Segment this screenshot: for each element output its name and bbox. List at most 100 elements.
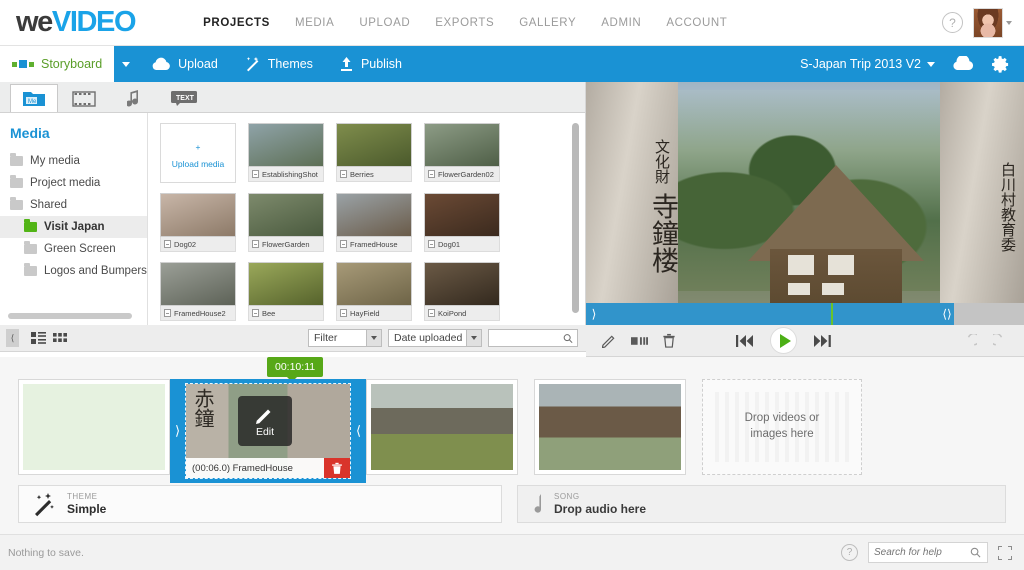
media-tile-caption: KoiPond <box>424 306 500 321</box>
timeline-clip-house[interactable] <box>534 379 686 475</box>
sidebar-horizontal-scrollbar[interactable] <box>8 313 132 319</box>
media-tile[interactable]: HayField <box>336 262 412 321</box>
folder-icon <box>10 153 23 166</box>
tree-item-green-screen[interactable]: Green Screen <box>0 238 147 260</box>
transition-handle-left[interactable]: ⟩ <box>170 379 185 483</box>
timeline-clip-village[interactable] <box>366 379 518 475</box>
media-tile-label: Berries <box>350 169 374 179</box>
nav-item-projects[interactable]: PROJECTS <box>203 17 270 29</box>
media-tile-caption: Dog02 <box>160 237 236 252</box>
scrubber-playhead[interactable] <box>831 303 833 325</box>
media-tile[interactable]: EstablishingShot <box>248 123 324 183</box>
folder-icon <box>24 241 37 254</box>
publish-button[interactable]: Publish <box>326 46 415 82</box>
media-tile-label: Dog02 <box>174 239 197 249</box>
selected-clip-body[interactable]: 赤鐘 Edit (00:06.0) FramedHouse <box>185 383 351 479</box>
nav-item-upload[interactable]: UPLOAD <box>359 17 410 29</box>
project-name-label: S-Japan Trip 2013 V2 <box>800 57 921 71</box>
split-clip-icon[interactable] <box>631 335 648 347</box>
help-icon[interactable]: ? <box>942 12 963 33</box>
cloud-save-icon[interactable] <box>951 56 975 72</box>
tree-item-my-media[interactable]: My media <box>0 150 147 172</box>
nav-item-account[interactable]: ACCOUNT <box>666 17 727 29</box>
media-tile-caption: FramedHouse <box>336 237 412 252</box>
video-preview[interactable]: 文化財 寺鐘楼 白川村教育委 ⟩ ⟨⟩ <box>586 82 1024 325</box>
media-tile[interactable]: FramedHouse <box>336 193 412 252</box>
publish-button-label: Publish <box>360 57 402 71</box>
gear-icon[interactable] <box>991 55 1010 74</box>
help-search-box[interactable] <box>868 542 988 563</box>
media-tile[interactable]: KoiPond <box>424 262 500 321</box>
user-menu[interactable] <box>973 7 1012 38</box>
list-view-icon[interactable] <box>31 332 46 344</box>
trash-icon[interactable] <box>662 333 676 348</box>
help-search-input[interactable] <box>874 547 970 558</box>
tab-text[interactable]: TEXT <box>160 84 208 112</box>
media-tile[interactable]: Bee <box>248 262 324 321</box>
tab-audio[interactable] <box>110 84 158 112</box>
tree-item-visit-japan[interactable]: Visit Japan <box>0 216 147 238</box>
monument-text-large: 寺鐘楼 <box>647 192 678 274</box>
tab-media-library[interactable]: Me <box>10 84 58 112</box>
mode-dropdown-button[interactable] <box>114 46 138 82</box>
timeline-clip-selected[interactable]: ⟩ 赤鐘 Edit (00:06.0) FramedHouse ⟨ <box>170 379 366 483</box>
media-tile[interactable]: Dog02 <box>160 193 236 252</box>
media-search-input[interactable] <box>493 332 563 344</box>
tree-item-project-media[interactable]: Project media <box>0 172 147 194</box>
themes-button[interactable]: Themes <box>231 46 326 82</box>
tree-item-label: Project media <box>30 177 101 189</box>
nav-item-admin[interactable]: ADMIN <box>601 17 641 29</box>
tree-item-shared[interactable]: Shared <box>0 194 147 216</box>
timeline-dropzone[interactable]: Drop videos or images here <box>702 379 862 475</box>
media-tile[interactable]: Berries <box>336 123 412 183</box>
preview-scrubber[interactable]: ⟩ ⟨⟩ <box>586 303 1024 325</box>
grid-view-icon[interactable] <box>53 332 68 344</box>
media-tile[interactable]: FramedHouse2 <box>160 262 236 321</box>
timeline-clip-green-screen[interactable] <box>18 379 170 475</box>
media-tile[interactable]: FlowerGarden02 <box>424 123 500 183</box>
edit-clip-button[interactable]: Edit <box>238 396 292 446</box>
upload-media-tile[interactable]: + Upload media <box>160 123 236 183</box>
media-tile-label: HayField <box>350 308 380 318</box>
media-tile[interactable]: Dog01 <box>424 193 500 252</box>
pencil-icon[interactable] <box>602 333 617 348</box>
media-tile-caption: Bee <box>248 306 324 321</box>
filter-select[interactable]: Filter <box>308 329 382 347</box>
media-tile-thumbnail <box>336 262 412 306</box>
folder-icon <box>10 175 23 188</box>
media-grid-scrollbar[interactable] <box>572 123 579 313</box>
media-search-box[interactable] <box>488 329 578 347</box>
nav-item-exports[interactable]: EXPORTS <box>435 17 494 29</box>
play-button[interactable] <box>770 327 797 354</box>
skip-forward-icon[interactable] <box>813 334 831 348</box>
sort-select[interactable]: Date uploaded <box>388 329 482 347</box>
transition-handle-right[interactable]: ⟨ <box>351 379 366 483</box>
wevideo-logo[interactable]: we VIDEO <box>16 6 137 39</box>
scrubber-range[interactable] <box>586 303 954 325</box>
top-navigation-bar: we VIDEO PROJECTS MEDIA UPLOAD EXPORTS GA… <box>0 0 1024 46</box>
scrubber-handle-right[interactable]: ⟨⟩ <box>938 303 956 325</box>
upload-button[interactable]: Upload <box>138 46 231 82</box>
tree-item-logos-and-bumpers[interactable]: Logos and Bumpers <box>0 260 147 282</box>
scrubber-handle-left[interactable]: ⟩ <box>588 303 600 325</box>
nav-item-gallery[interactable]: GALLERY <box>519 17 576 29</box>
undo-icon[interactable] <box>962 333 977 348</box>
upload-media-label: Upload media <box>171 159 225 169</box>
collapse-panel-button[interactable]: ⟨ <box>6 329 19 347</box>
clip-icon <box>340 309 347 317</box>
theme-bar[interactable]: THEME Simple <box>18 485 502 523</box>
delete-clip-button[interactable] <box>324 458 350 478</box>
tab-transitions[interactable] <box>60 84 108 112</box>
redo-icon[interactable] <box>993 333 1008 348</box>
song-bar[interactable]: SONG Drop audio here <box>517 485 1006 523</box>
fullscreen-icon[interactable] <box>998 545 1012 560</box>
skip-back-icon[interactable] <box>736 334 754 348</box>
media-tile[interactable]: FlowerGarden <box>248 193 324 252</box>
tab-storyboard[interactable]: Storyboard <box>0 46 115 82</box>
plus-icon: + <box>195 142 201 152</box>
clip-icon <box>340 240 347 248</box>
nav-item-media[interactable]: MEDIA <box>295 17 334 29</box>
media-tile-caption: FramedHouse2 <box>160 306 236 321</box>
project-name-dropdown[interactable]: S-Japan Trip 2013 V2 <box>800 57 935 71</box>
help-icon[interactable]: ? <box>841 544 858 561</box>
